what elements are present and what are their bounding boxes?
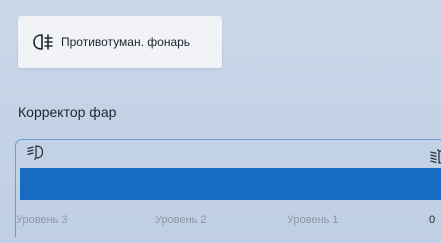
level-2-label[interactable]: Уровень 2 [155, 214, 207, 226]
fog-light-button[interactable]: Противотуман. фонарь [18, 16, 222, 68]
level-1-label[interactable]: Уровень 1 [287, 214, 339, 226]
level-0-label[interactable]: 0 [429, 214, 435, 226]
screen: Противотуман. фонарь Корректор фар Урове… [0, 0, 441, 243]
headlight-level-fill [20, 168, 441, 200]
headlight-low-icon [27, 145, 44, 160]
headlight-level-slider[interactable]: Уровень 3 Уровень 2 Уровень 1 0 [15, 139, 441, 237]
headlight-corrector-title: Корректор фар [18, 104, 117, 120]
level-3-label[interactable]: Уровень 3 [16, 214, 68, 226]
fog-light-label: Противотуман. фонарь [61, 35, 191, 49]
rear-fog-light-icon [33, 34, 53, 50]
headlight-high-icon [430, 149, 441, 164]
headlight-level-bar[interactable] [20, 168, 441, 200]
